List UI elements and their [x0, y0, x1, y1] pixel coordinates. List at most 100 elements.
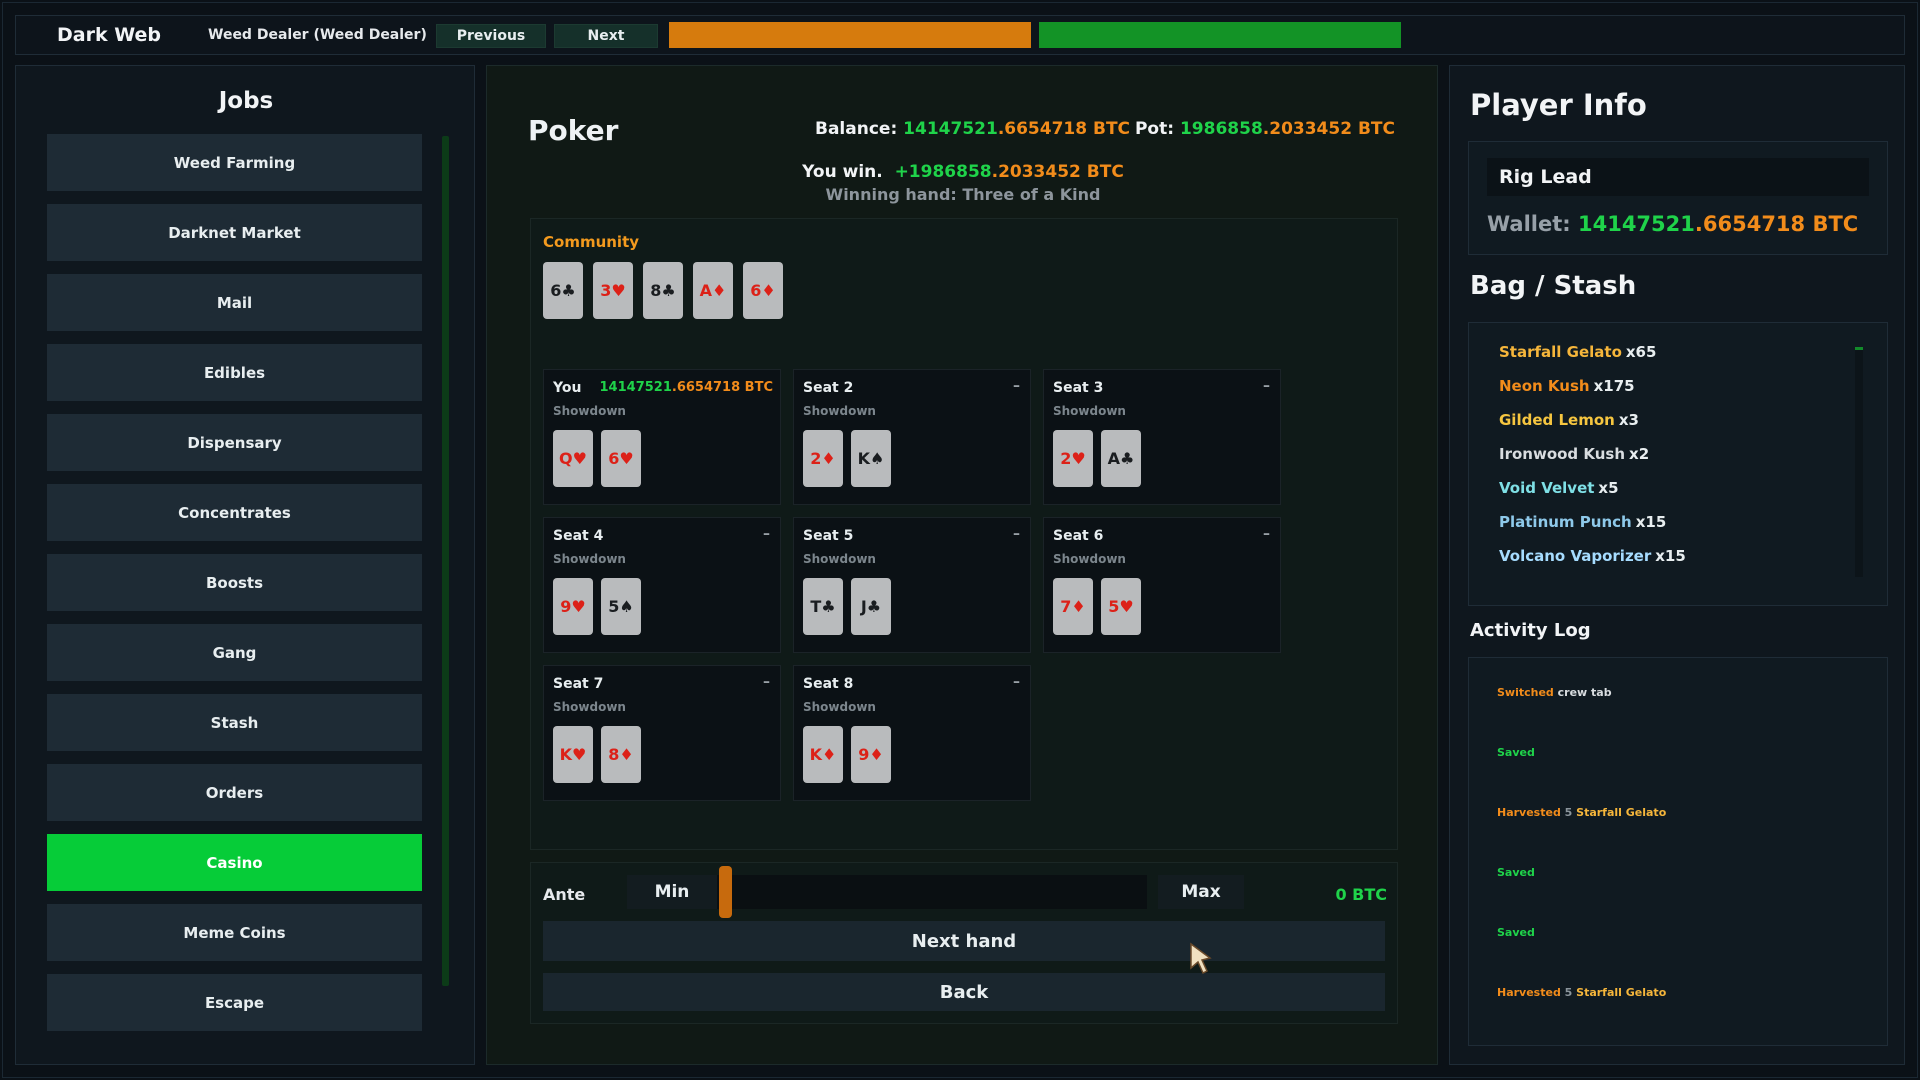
sidebar-item-weed-farming[interactable]: Weed Farming	[47, 134, 422, 191]
sidebar-item-mail[interactable]: Mail	[47, 274, 422, 331]
ante-slider-handle[interactable]	[719, 866, 732, 918]
win-message: You win. +1986858.2033452 BTC	[487, 162, 1439, 182]
sidebar-item-stash[interactable]: Stash	[47, 694, 422, 751]
seat-status: Showdown	[1053, 552, 1126, 566]
bag-item-qty: x5	[1598, 479, 1619, 497]
jobs-list: Weed Farming Darknet Market Mail Edibles Dis…	[47, 134, 422, 1044]
winning-hand: Winning hand: Three of a Kind	[825, 185, 1101, 204]
sidebar-item-casino[interactable]: Casino	[47, 834, 422, 891]
bag-item-name: Void Velvet	[1499, 479, 1595, 497]
log-entry-part: Starfall Gelato	[1576, 986, 1667, 999]
log-entry-part: Saved	[1497, 926, 1535, 939]
bag-scroll-thumb[interactable]	[1855, 347, 1863, 350]
community-label: Community	[543, 233, 640, 251]
wallet-int: 14147521	[1577, 212, 1695, 236]
hole-card: Q♥	[553, 430, 593, 487]
balance-int: 14147521	[903, 119, 998, 139]
hole-card: K♥	[553, 726, 593, 783]
bag-item-qty: x3	[1618, 411, 1639, 429]
seat-amount-int: 14147521	[599, 380, 672, 395]
seat-collapse-icon[interactable]: –	[763, 526, 770, 542]
player-panel: Player Info Rig Lead Wallet: 14147521.66…	[1449, 65, 1905, 1065]
ante-slider[interactable]	[717, 866, 1147, 918]
seat-status: Showdown	[803, 404, 876, 418]
bag-item-name: Neon Kush	[1499, 377, 1590, 395]
seat-name: Seat 8	[803, 676, 854, 692]
sidebar-item-meme-coins[interactable]: Meme Coins	[47, 904, 422, 961]
community-card: A♦	[693, 262, 733, 319]
seat-name: Seat 6	[1053, 528, 1104, 544]
bag-list: Starfall Gelato x65 Neon Kush x175 Gilded Le…	[1499, 343, 1686, 581]
next-button[interactable]: Next	[554, 24, 658, 48]
log-entry-part: Harvested	[1497, 806, 1565, 819]
seat-collapse-icon[interactable]: –	[1013, 526, 1020, 542]
seat-cards: 9♥ 5♠	[553, 578, 641, 635]
ante-controls: Ante Min Max 0 BTC Next hand Back	[530, 862, 1398, 1024]
bag-item: Void Velvet x5	[1499, 479, 1686, 513]
jobs-title: Jobs	[218, 88, 274, 114]
hole-card: A♣	[1101, 430, 1141, 487]
bag-item-qty: x15	[1655, 547, 1686, 565]
log-entry-part: 5	[1564, 986, 1577, 999]
bag-item-name: Volcano Vaporizer	[1499, 547, 1652, 565]
seat-cards: Q♥ 6♥	[553, 430, 641, 487]
seat-panel: Seat 4 – Showdown 9♥ 5♠	[543, 517, 781, 653]
sidebar-item-dispensary[interactable]: Dispensary	[47, 414, 422, 471]
seat-name: Seat 7	[553, 676, 604, 692]
jobs-scrollbar[interactable]	[442, 136, 449, 986]
seat-collapse-icon[interactable]: –	[1263, 378, 1270, 394]
sidebar-item-escape[interactable]: Escape	[47, 974, 422, 1031]
seat-name: Seat 2	[803, 380, 854, 396]
hole-card: 8♦	[601, 726, 641, 783]
bag-item-qty: x175	[1593, 377, 1635, 395]
sidebar-item-boosts[interactable]: Boosts	[47, 554, 422, 611]
sidebar-item-orders[interactable]: Orders	[47, 764, 422, 821]
win-frac: .2033452 BTC	[991, 162, 1124, 182]
seat-amount-frac: .6654718 BTC	[671, 380, 773, 395]
jobs-sidebar: Jobs Weed Farming Darknet Market Mail Edibl…	[15, 65, 475, 1065]
green-progress-fill	[1039, 22, 1401, 48]
seat-collapse-icon[interactable]: –	[763, 674, 770, 690]
hole-card: 5♠	[601, 578, 641, 635]
seat-status: Showdown	[553, 700, 626, 714]
hole-card: K♠	[851, 430, 891, 487]
wallet-readout: Wallet: 14147521.6654718 BTC	[1487, 212, 1858, 236]
log-entry: Harvested 5 Starfall Gelato	[1497, 806, 1666, 866]
ante-value: 0 BTC	[1335, 885, 1387, 904]
seat-collapse-icon[interactable]: –	[1013, 674, 1020, 690]
community-cards: 6♣ 3♥ 8♣ A♦ 6♦	[543, 262, 783, 319]
seat-panel: Seat 3 – Showdown 2♥ A♣	[1043, 369, 1281, 505]
sidebar-item-concentrates[interactable]: Concentrates	[47, 484, 422, 541]
current-role: Weed Dealer (Weed Dealer)	[208, 27, 427, 43]
community-card: 3♥	[593, 262, 633, 319]
seat-cards: 2♦ K♠	[803, 430, 891, 487]
seat-collapse-icon[interactable]: –	[1263, 526, 1270, 542]
hole-card: 7♦	[1053, 578, 1093, 635]
sidebar-item-darknet-market[interactable]: Darknet Market	[47, 204, 422, 261]
community-card: 6♣	[543, 262, 583, 319]
previous-button[interactable]: Previous	[436, 24, 546, 48]
seat-collapse-icon[interactable]: –	[1013, 378, 1020, 394]
sidebar-item-gang[interactable]: Gang	[47, 624, 422, 681]
sidebar-item-edibles[interactable]: Edibles	[47, 344, 422, 401]
win-prefix: You win.	[802, 162, 883, 182]
bag-scrollbar[interactable]	[1855, 347, 1863, 577]
hole-card: 2♥	[1053, 430, 1093, 487]
log-entry-part: 5	[1564, 806, 1577, 819]
seat-name: You	[553, 380, 582, 396]
seat-name: Seat 4	[553, 528, 604, 544]
seat-status: Showdown	[803, 700, 876, 714]
back-button[interactable]: Back	[543, 973, 1385, 1011]
next-hand-button[interactable]: Next hand	[543, 921, 1385, 961]
bag-item: Volcano Vaporizer x15	[1499, 547, 1686, 581]
seat-panel: Seat 5 – Showdown T♣ J♣	[793, 517, 1031, 653]
seat-panel: Seat 2 – Showdown 2♦ K♠	[793, 369, 1031, 505]
wallet-label: Wallet:	[1487, 212, 1571, 236]
max-button[interactable]: Max	[1158, 875, 1244, 909]
log-entry-part: Saved	[1497, 746, 1535, 759]
bag-item-qty: x15	[1635, 513, 1667, 531]
bag-item: Ironwood Kush x2	[1499, 445, 1686, 479]
min-button[interactable]: Min	[627, 875, 717, 909]
balance-frac: .6654718 BTC	[997, 119, 1131, 139]
bag-item: Neon Kush x175	[1499, 377, 1686, 411]
